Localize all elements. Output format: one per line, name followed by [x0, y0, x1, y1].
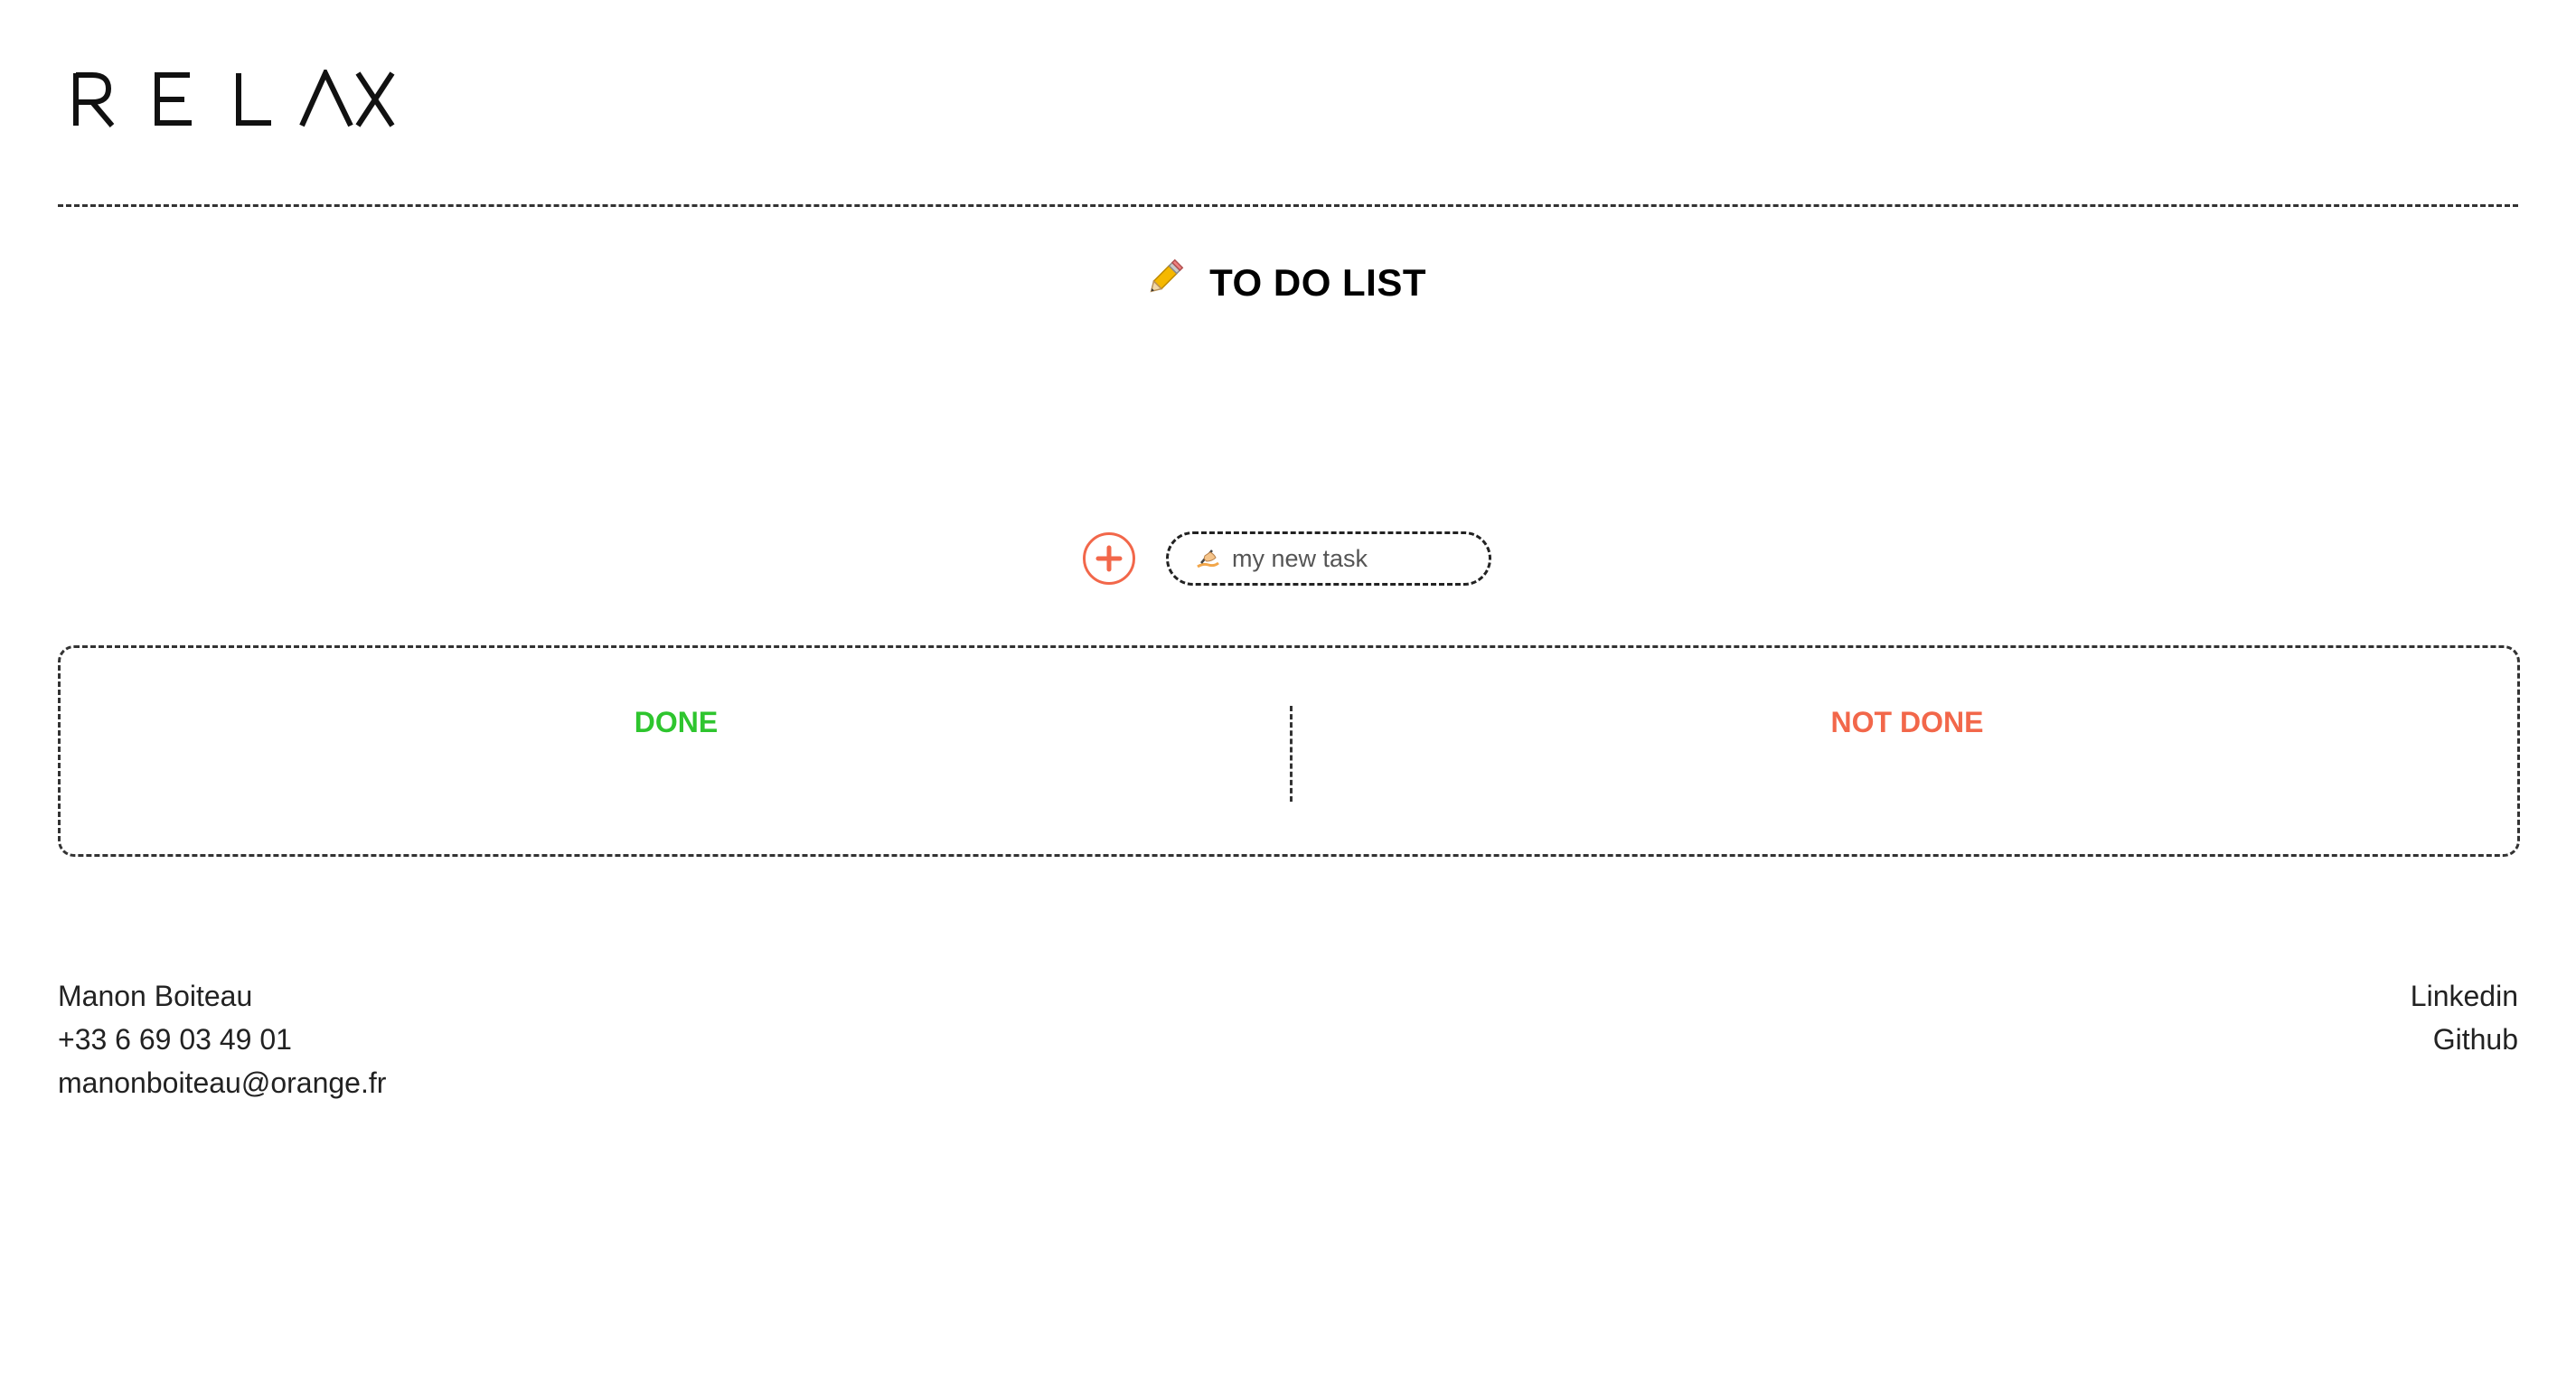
footer-email[interactable]: manonboiteau@orange.fr [58, 1061, 386, 1104]
footer-contact: Manon Boiteau +33 6 69 03 49 01 manonboi… [58, 974, 386, 1104]
relax-logo[interactable] [71, 58, 396, 139]
github-link[interactable]: Github [2411, 1018, 2518, 1061]
done-column-header: DONE [634, 706, 719, 738]
not-done-column-header: NOT DONE [1830, 706, 1984, 738]
footer-links: Linkedin Github [2411, 974, 2518, 1061]
logo-wordmark [73, 70, 395, 127]
plus-icon [1095, 545, 1123, 572]
linkedin-link[interactable]: Linkedin [2411, 974, 2518, 1018]
header-divider [58, 204, 2518, 207]
footer-name: Manon Boiteau [58, 980, 253, 1012]
page-title: TO DO LIST [0, 258, 2576, 305]
pencil-icon [1150, 257, 1186, 302]
writing-hand-icon [1194, 545, 1221, 572]
task-board: DONE NOT DONE [58, 645, 2520, 857]
new-task-row [1083, 531, 1491, 586]
new-task-input[interactable] [1232, 544, 1467, 573]
task-input-container[interactable] [1166, 531, 1491, 586]
add-task-button[interactable] [1083, 532, 1135, 585]
footer-phone: +33 6 69 03 49 01 [58, 1023, 292, 1056]
page-title-text: TO DO LIST [1209, 260, 1427, 304]
